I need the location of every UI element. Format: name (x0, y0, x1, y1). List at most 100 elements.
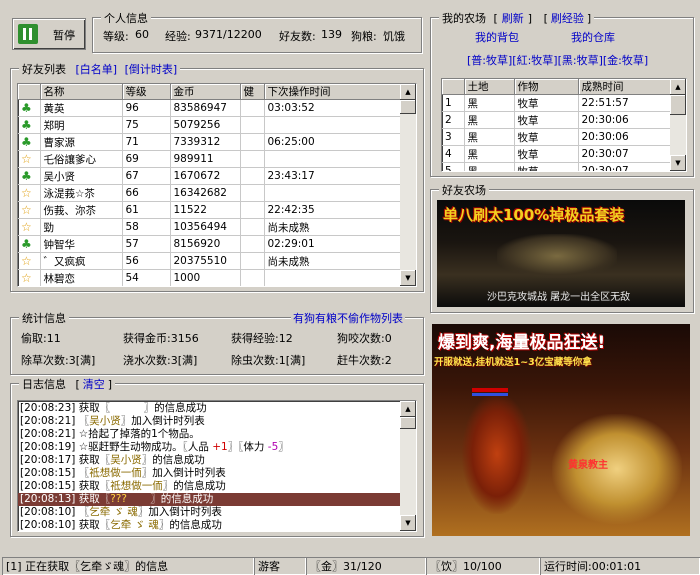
friend-row[interactable]: ♣ 黄英 96 83586947 03:03:52 (18, 99, 401, 117)
friend-row[interactable]: ☆ 泳湜莪☆苶 66 16342682 (18, 184, 401, 202)
log-post: 〗的信息成功 (141, 454, 205, 466)
friend-row[interactable]: ☆ 伤莪、沵苶 61 11522 22:42:35 (18, 201, 401, 219)
log-hl: 祗想做一侕 (89, 467, 142, 479)
clover-icon: ♣ (21, 118, 32, 132)
scroll-down-arrow-icon[interactable]: ▼ (400, 270, 416, 286)
clear-log-link[interactable]: 清空 (83, 378, 105, 391)
exp-farm-link[interactable]: 刷经验 (551, 12, 584, 25)
friend-row[interactable]: ♣ 郑明 75 5079256 (18, 116, 401, 134)
friend-list-table[interactable]: 名称 等级 金币 健 下次操作时间 ♣ 黄英 96 83586947 03:03:52 ♣… (17, 83, 417, 287)
refresh-link[interactable]: 刷新 (502, 12, 524, 25)
log-scrollbar[interactable]: ▲ ▼ (400, 401, 416, 531)
log-pre: 〖 (75, 506, 90, 518)
star-icon: ☆ (21, 254, 32, 268)
my-bag-link[interactable]: 我的背包 (475, 29, 519, 45)
farm-plot-row[interactable]: 2 黑牧草 20:30:06 (442, 111, 671, 129)
exp-value: 9371/12200 (195, 28, 262, 41)
log-line[interactable]: [20:08:15] 〖祗想做一侕〗加入倒计时列表 (18, 467, 400, 480)
friend-name: 钟智华 (40, 235, 123, 253)
level-label: 等级: (103, 30, 129, 43)
plot-land: 黑 (464, 145, 515, 163)
friend-row[interactable]: ♣ 吴小贤 67 1670672 23:43:17 (18, 167, 401, 185)
column-header-level[interactable]: 等级 (122, 84, 171, 100)
friend-row[interactable]: ☆ 勁 58 10356494 尚未成熟 (18, 218, 401, 236)
log-line[interactable]: [20:08:19] ☆驱赶野生动物成功。〖人品 +1〗〖体力 -5〗 (18, 441, 400, 454)
log-hl (110, 402, 143, 414)
clover-icon: ♣ (21, 169, 32, 183)
farm-plot-row[interactable]: 4 黑牧草 20:30:07 (442, 145, 671, 163)
friend-row[interactable]: ☆ ゛又疯疯 56 20375510 尚未成熟 (18, 252, 401, 270)
ad-banner-2[interactable]: 爆到爽,海量极品狂送! 开服就送,挂机就送1~3亿宝藏等你拿 黄泉教主 (432, 324, 690, 536)
log-line[interactable]: [20:08:13] 获取〖??? 〗的信息成功 (18, 493, 400, 506)
scroll-up-arrow-icon[interactable]: ▲ (400, 84, 416, 100)
friend-health (240, 218, 265, 236)
my-warehouse-link[interactable]: 我的仓库 (571, 29, 615, 45)
column-header-health[interactable]: 健 (240, 84, 265, 100)
log-scroll-thumb[interactable] (400, 417, 416, 429)
log-list[interactable]: [20:08:23] 获取〖 〗的信息成功 [20:08:21] 〖吴小贤〗加入倒… (17, 400, 417, 532)
status-runtime: 运行时间:00:01:01 (540, 557, 700, 575)
level-value: 60 (135, 28, 149, 41)
log-t: [20:08:10] (20, 506, 76, 518)
friend-health (240, 184, 265, 202)
friend-gold: 10356494 (170, 218, 241, 236)
friend-name: 泳湜莪☆苶 (40, 184, 123, 202)
friend-health (240, 116, 265, 134)
plot-crop: 牧草 (514, 162, 579, 171)
column-header-name[interactable]: 名称 (40, 84, 123, 100)
friend-row[interactable]: ☆ 乇俗讓爹心 69 989911 (18, 150, 401, 168)
farm-column-index[interactable] (442, 79, 465, 95)
farm-plot-row[interactable]: 1 黑牧草 22:51:57 (442, 94, 671, 112)
log-line[interactable]: [20:08:21] 〖吴小贤〗加入倒计时列表 (18, 415, 400, 428)
pause-label: 暂停 (53, 29, 75, 42)
friend-level: 61 (122, 201, 171, 219)
log-line[interactable]: [20:08:10] 〖乞牵 ゞ 魂〗加入倒计时列表 (18, 506, 400, 519)
log-t: [20:08:19] (20, 441, 76, 453)
protected-crops-link[interactable]: 有狗有粮不偷作物列表 (291, 310, 405, 326)
log-post: 〗 (278, 441, 289, 453)
whitelist-link[interactable]: [白名单] (76, 63, 118, 76)
column-header-next-time[interactable]: 下次操作时间 (264, 84, 401, 100)
plot-land: 黑 (464, 128, 515, 146)
farm-scrollbar[interactable]: ▲ ▼ (670, 79, 686, 171)
column-header-icon[interactable] (18, 84, 41, 100)
column-header-gold[interactable]: 金币 (170, 84, 241, 100)
log-post: 〗的信息成功 (150, 493, 214, 505)
log-hl: 乞牵 ゞ 魂 (89, 506, 138, 518)
log-line[interactable]: [20:08:10] 获取〖乞牵 ゞ 魂〗的信息成功 (18, 519, 400, 531)
farm-scroll-thumb[interactable] (670, 95, 686, 115)
friend-list-scrollbar[interactable]: ▲ ▼ (400, 84, 416, 286)
log-scroll-up-arrow-icon[interactable]: ▲ (400, 401, 416, 417)
friend-row[interactable]: ♣ 钟智华 57 8156920 02:29:01 (18, 235, 401, 253)
friend-name: 吴小贤 (40, 167, 123, 185)
crop-filter-link[interactable]: [普:牧草][紅:牧草][黑:牧草][金:牧草] (467, 52, 648, 68)
farm-scroll-down-arrow-icon[interactable]: ▼ (670, 155, 686, 171)
log-line[interactable]: [20:08:15] 获取〖祗想做一侕〗的信息成功 (18, 480, 400, 493)
farm-plot-row[interactable]: 3 黑牧草 20:30:06 (442, 128, 671, 146)
friend-gold: 989911 (170, 150, 241, 168)
stat-dog-bite: 狗咬次数:0 (337, 332, 392, 345)
friend-level: 69 (122, 150, 171, 168)
friend-row[interactable]: ☆ 林碧恋 54 1000 (18, 269, 401, 286)
friend-row[interactable]: ♣ 曹家源 71 7339312 06:25:00 (18, 133, 401, 151)
farm-scroll-up-arrow-icon[interactable]: ▲ (670, 79, 686, 95)
farm-plots-table[interactable]: 土地 作物 成熟时间 1 黑牧草 22:51:57 2 黑牧草 20:30:06 3 黑牧草 2… (441, 78, 687, 172)
friend-list-title: 好友列表 (22, 63, 66, 76)
star-icon: ☆ (21, 220, 32, 234)
farm-plot-row[interactable]: 5 黑牧草 20:30:07 (442, 162, 671, 171)
log-line[interactable]: [20:08:17] 获取〖吴小贤〗的信息成功 (18, 454, 400, 467)
log-line[interactable]: [20:08:23] 获取〖 〗的信息成功 (18, 402, 400, 415)
farm-column-crop[interactable]: 作物 (514, 79, 579, 95)
farm-column-land[interactable]: 土地 (464, 79, 515, 95)
log-line[interactable]: [20:08:21] ☆拾起了掉落的1个物品。 (18, 428, 400, 441)
pause-button[interactable]: 暂停 (12, 18, 86, 50)
log-t: [20:08:15] (20, 467, 76, 479)
status-bar: [1] 正在获取〖乞牵ゞ魂〗的信息 游客 〖金〗31/120 〖饮〗10/100… (0, 557, 700, 575)
countdown-list-link[interactable]: [倒计时表] (125, 63, 178, 76)
ad-banner-1[interactable]: 单八刷太100%掉极品套装 沙巴克攻城战 屠龙一出全区无敌 (437, 200, 685, 307)
scroll-thumb[interactable] (400, 100, 416, 114)
farm-column-mature-time[interactable]: 成熟时间 (578, 79, 671, 95)
log-group: 日志信息 [清空] [20:08:23] 获取〖 〗的信息成功 [20:08:21… (10, 376, 424, 537)
plot-mature-time: 22:51:57 (578, 94, 671, 112)
log-scroll-down-arrow-icon[interactable]: ▼ (400, 515, 416, 531)
